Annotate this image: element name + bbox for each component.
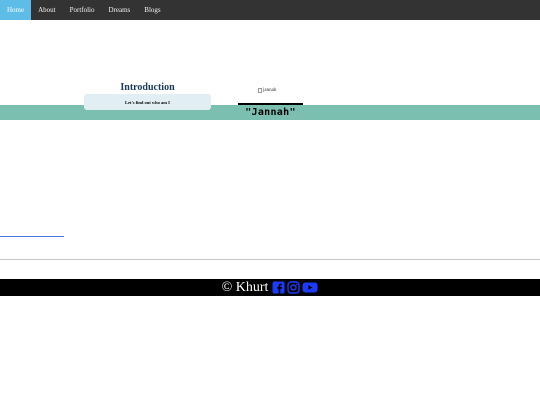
intro-title: Introduction [120, 82, 175, 93]
broken-image-icon [258, 88, 262, 93]
intro-box: Let's find out who am I [84, 94, 211, 110]
intro-subtitle: Let's find out who am I [125, 99, 170, 105]
profile-name: "Jannah" [245, 107, 296, 118]
nav-portfolio[interactable]: Portfolio [63, 0, 102, 20]
nav-blogs[interactable]: Blogs [137, 0, 167, 20]
youtube-icon[interactable] [302, 281, 318, 294]
footer: © Khurt [0, 279, 540, 296]
facebook-icon[interactable] [272, 281, 285, 294]
profile-image-alt: jannah [263, 88, 277, 93]
navbar: Home About Portfolio Dreams Blogs [0, 0, 540, 20]
nav-home[interactable]: Home [0, 0, 32, 20]
instagram-icon[interactable] [287, 281, 301, 294]
footer-copyright: © Khurt [221, 280, 269, 295]
nav-dreams[interactable]: Dreams [102, 0, 138, 20]
link-underline[interactable] [0, 236, 64, 237]
profile-image: jannah [258, 88, 276, 93]
nav-about[interactable]: About [31, 0, 63, 20]
divider [0, 259, 540, 260]
